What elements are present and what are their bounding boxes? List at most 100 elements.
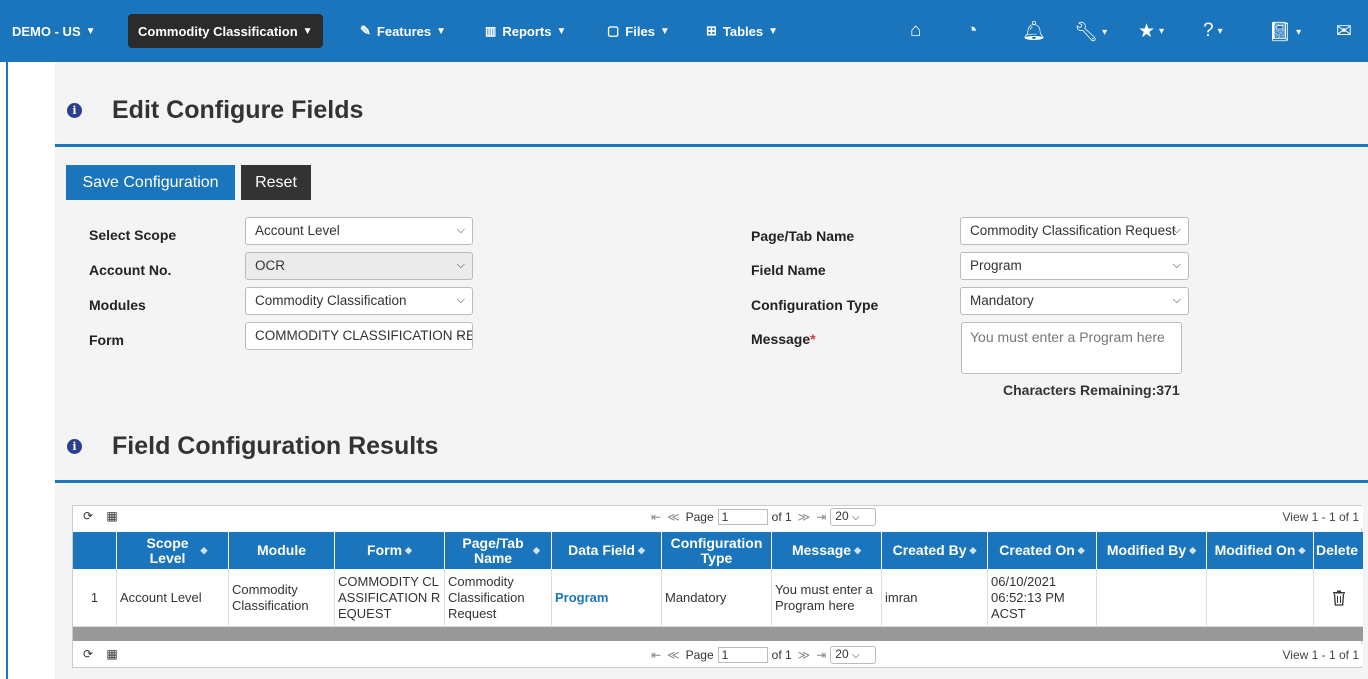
last-page-icon[interactable]: ⇥ [816, 510, 826, 524]
module-menu[interactable]: Commodity Classification ▼ [128, 14, 323, 48]
account-no-dropdown[interactable]: OCR ⌵ [245, 252, 473, 280]
refresh-icon[interactable]: ⟳ [83, 647, 93, 661]
trash-icon[interactable] [1332, 590, 1346, 606]
bell-icon[interactable]: 🔔︎ [1022, 19, 1046, 43]
modules-dropdown[interactable]: Commodity Classification ⌵ [245, 287, 473, 315]
home-icon[interactable]: ⌂ [910, 20, 921, 42]
cell-created-by: imran [882, 569, 988, 627]
envelope-icon[interactable]: ✉ [1336, 20, 1352, 43]
account-menu[interactable]: DEMO - US ▼ [12, 14, 96, 48]
header-modified-by[interactable]: Modified By ◆ [1097, 532, 1207, 569]
header-data-field[interactable]: Data Field ◆ [552, 532, 662, 569]
page-tab-name-dropdown[interactable]: Commodity Classification Request ⌵ [960, 217, 1189, 245]
message-textarea[interactable]: You must enter a Program here [961, 322, 1182, 374]
first-page-icon[interactable]: ⇤ [651, 648, 661, 662]
tables-menu[interactable]: ⊞ Tables ▼ [706, 14, 778, 48]
caret-down-icon: ▼ [768, 25, 779, 37]
cell-module: Commodity Classification [229, 569, 335, 627]
header-scope-level[interactable]: Scope Level ◆ [117, 532, 229, 569]
header-label: Scope Level [146, 534, 189, 566]
select-scope-value: Account Level [255, 223, 340, 238]
chevron-down-icon: ⌵ [852, 512, 860, 523]
caret-down-icon: ▼ [436, 25, 447, 37]
next-page-icon[interactable]: ≫ [798, 648, 811, 662]
header-page-tab-name[interactable]: Page/Tab Name ◆ [445, 532, 552, 569]
reports-menu[interactable]: ▥ Reports ▼ [485, 14, 566, 48]
file-icon: ▢ [607, 23, 620, 38]
form-value: COMMODITY CLASSIFICATION REQUEST [255, 328, 472, 343]
page-title: Edit Configure Fields [112, 96, 364, 124]
grid-header: Scope Level ◆ Module Form ◆ Page/Tab Name ◆… [73, 532, 1363, 569]
of-pages-label: of 1 [771, 648, 792, 662]
chevron-down-icon: ⌵ [456, 329, 465, 341]
form-dropdown[interactable]: COMMODITY CLASSIFICATION REQUEST⌵ [245, 322, 473, 350]
next-page-icon[interactable]: ≫ [798, 510, 811, 524]
prev-page-icon[interactable]: ≪ [667, 510, 680, 524]
chevron-down-icon: ⌵ [456, 224, 465, 236]
caret-down-icon: ▾ [1159, 26, 1165, 37]
save-configuration-button[interactable]: Save Configuration [66, 165, 235, 200]
caret-down-icon: ▾ [1296, 26, 1302, 38]
wrench-menu[interactable]: 🔧︎ ▾ [1074, 20, 1107, 44]
page-number-input[interactable]: 1 [717, 509, 768, 525]
divider [55, 480, 1368, 483]
caret-down-icon: ▼ [556, 25, 567, 37]
files-label: Files [625, 23, 655, 39]
tables-label: Tables [722, 23, 764, 39]
page-heading: i Edit Configure Fields [67, 96, 363, 125]
header-configuration-type[interactable]: Configuration Type [662, 532, 772, 569]
grid-tools: ⟳ ▦ [83, 509, 118, 523]
grid-tools: ⟳ ▦ [83, 647, 118, 661]
cell-message: You must enter a Program here [772, 569, 882, 627]
help-menu[interactable]: ? ▾ [1203, 20, 1223, 42]
header-modified-on[interactable]: Modified On ◆ [1207, 532, 1314, 569]
dashboard-icon[interactable]: ◔ [966, 20, 977, 42]
reset-button[interactable]: Reset [241, 165, 311, 200]
header-label: Delete [1316, 542, 1359, 558]
favorites-menu[interactable]: ★ ▾ [1138, 20, 1164, 43]
columns-icon[interactable]: ▦ [106, 647, 117, 661]
header-label: Configuration Type [670, 534, 763, 566]
results-title: Field Configuration Results [112, 432, 439, 460]
info-icon[interactable]: i [67, 103, 82, 118]
page-number-input[interactable]: 1 [717, 647, 768, 663]
pencil-icon: ✎ [360, 23, 371, 38]
header-form[interactable]: Form ◆ [335, 532, 445, 569]
cell-created-on: 06/10/2021 06:52:13 PM ACST [988, 569, 1097, 627]
first-page-icon[interactable]: ⇤ [651, 510, 661, 524]
cell-data-field-link[interactable]: Program [552, 569, 662, 627]
header-created-on[interactable]: Created On ◆ [988, 532, 1097, 569]
header-created-by[interactable]: Created By ◆ [882, 532, 988, 569]
book-menu[interactable]: 📓︎ ▾ [1268, 20, 1301, 44]
chevron-down-icon: ⌵ [456, 294, 465, 306]
last-page-icon[interactable]: ⇥ [816, 648, 826, 662]
header-label: Data Field [568, 542, 635, 558]
account-label: DEMO - US [12, 23, 81, 39]
files-menu[interactable]: ▢ Files ▼ [607, 14, 670, 48]
prev-page-icon[interactable]: ≪ [667, 648, 680, 662]
select-scope-dropdown[interactable]: Account Level ⌵ [245, 217, 473, 245]
pager: ⇤ ≪ Page 1 of 1 ≫ ⇥ 20 ⌵ [651, 508, 877, 526]
bar-chart-icon: ▥ [485, 24, 497, 38]
page-tab-name-value: Commodity Classification Request [970, 223, 1176, 238]
header-label: Modified By [1106, 542, 1187, 558]
header-label: Page/Tab Name [462, 534, 524, 566]
configuration-type-label: Configuration Type [751, 297, 879, 313]
features-menu[interactable]: ✎ Features ▼ [360, 14, 446, 48]
refresh-icon[interactable]: ⟳ [83, 509, 93, 523]
field-name-dropdown[interactable]: Program ⌵ [960, 252, 1189, 280]
rows-per-page-select[interactable]: 20 ⌵ [830, 646, 877, 664]
left-border [0, 62, 8, 679]
cell-scope-level: Account Level [117, 569, 229, 627]
configuration-type-dropdown[interactable]: Mandatory ⌵ [960, 287, 1189, 315]
sort-icon: ◆ [533, 545, 540, 555]
grid-scrollbar[interactable] [73, 627, 1363, 641]
info-icon[interactable]: i [67, 439, 82, 454]
reports-label: Reports [502, 23, 552, 39]
header-module[interactable]: Module [229, 532, 335, 569]
rows-per-page-select[interactable]: 20 ⌵ [830, 508, 877, 526]
header-label: Message [791, 542, 852, 558]
columns-icon[interactable]: ▦ [106, 509, 117, 523]
features-label: Features [376, 23, 432, 39]
header-message[interactable]: Message ◆ [772, 532, 882, 569]
